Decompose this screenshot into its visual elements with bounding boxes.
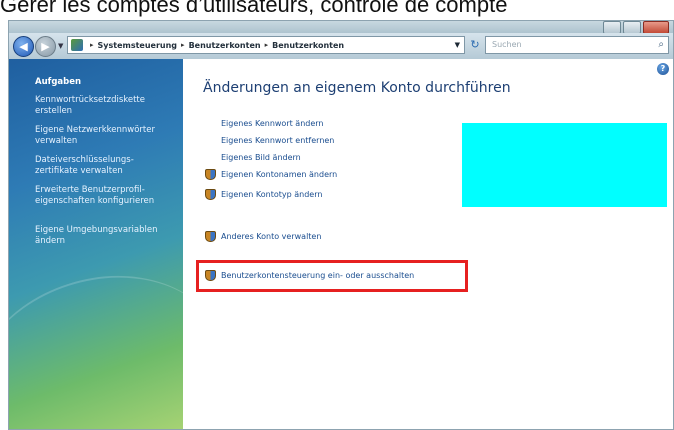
- uac-shield-icon: [205, 231, 216, 242]
- link-manage-other-account[interactable]: Anderes Konto verwalten: [221, 232, 321, 241]
- help-icon[interactable]: ?: [657, 63, 669, 75]
- arrow-left-icon: ◀: [19, 40, 28, 53]
- page-title: Änderungen an eigenem Konto durchführen: [203, 80, 511, 96]
- uac-shield-icon: [205, 169, 216, 180]
- sidebar-item-encryption-certificates[interactable]: Dateiverschlüsselungs-zertifikate verwal…: [35, 155, 175, 176]
- sidebar-item-advanced-profile-properties[interactable]: Erweiterte Benutzerprofil-eigenschaften …: [35, 185, 175, 206]
- chevron-right-icon[interactable]: ▸: [181, 41, 185, 49]
- control-panel-window: ◀ ▶ ▼ ▸ Systemsteuerung ▸ Benutzerkonten…: [8, 20, 674, 430]
- link-change-picture[interactable]: Eigenes Bild ändern: [221, 153, 301, 162]
- refresh-button[interactable]: ↻: [467, 38, 483, 52]
- sidebar-heading: Aufgaben: [35, 77, 82, 87]
- link-change-password[interactable]: Eigenes Kennwort ändern: [221, 119, 324, 128]
- forward-button[interactable]: ▶: [35, 36, 56, 57]
- chevron-down-icon[interactable]: ▼: [455, 41, 460, 49]
- address-bar[interactable]: ▸ Systemsteuerung ▸ Benutzerkonten ▸ Ben…: [67, 36, 465, 54]
- recent-pages-dropdown[interactable]: ▼: [58, 42, 63, 50]
- main-content: ? Änderungen an eigenem Konto durchführe…: [183, 59, 673, 429]
- chevron-right-icon[interactable]: ▸: [90, 41, 94, 49]
- breadcrumb-item[interactable]: Systemsteuerung: [98, 41, 178, 50]
- refresh-icon: ↻: [470, 38, 480, 51]
- breadcrumb-item[interactable]: Benutzerkonten: [189, 41, 261, 50]
- link-change-account-type[interactable]: Eigenen Kontotyp ändern: [221, 190, 322, 199]
- task-sidebar: Aufgaben Kennwortrücksetzdiskette erstel…: [9, 59, 183, 429]
- search-placeholder: Suchen: [492, 40, 522, 49]
- navigation-bar: ◀ ▶ ▼ ▸ Systemsteuerung ▸ Benutzerkonten…: [9, 33, 673, 60]
- link-remove-password[interactable]: Eigenes Kennwort entfernen: [221, 136, 334, 145]
- highlight-box: [196, 260, 468, 292]
- sidebar-item-environment-variables[interactable]: Eigene Umgebungsvariablen ändern: [35, 225, 175, 246]
- arrow-right-icon: ▶: [41, 40, 50, 53]
- link-change-account-name[interactable]: Eigenen Kontonamen ändern: [221, 170, 337, 179]
- breadcrumb-item[interactable]: Benutzerkonten: [272, 41, 344, 50]
- search-icon[interactable]: ⌕: [658, 37, 664, 53]
- uac-shield-icon: [205, 189, 216, 200]
- sidebar-item-password-reset-disk[interactable]: Kennwortrücksetzdiskette erstellen: [35, 95, 175, 116]
- caption-title: Gérer les comptes d’utilisateurs, contrô…: [0, 0, 508, 17]
- back-button[interactable]: ◀: [13, 36, 34, 57]
- chevron-right-icon[interactable]: ▸: [265, 41, 269, 49]
- search-input[interactable]: Suchen ⌕: [485, 36, 669, 54]
- control-panel-icon: [71, 39, 83, 51]
- redaction-block: [462, 123, 667, 207]
- sidebar-item-network-passwords[interactable]: Eigene Netzwerkkennwörter verwalten: [35, 125, 175, 146]
